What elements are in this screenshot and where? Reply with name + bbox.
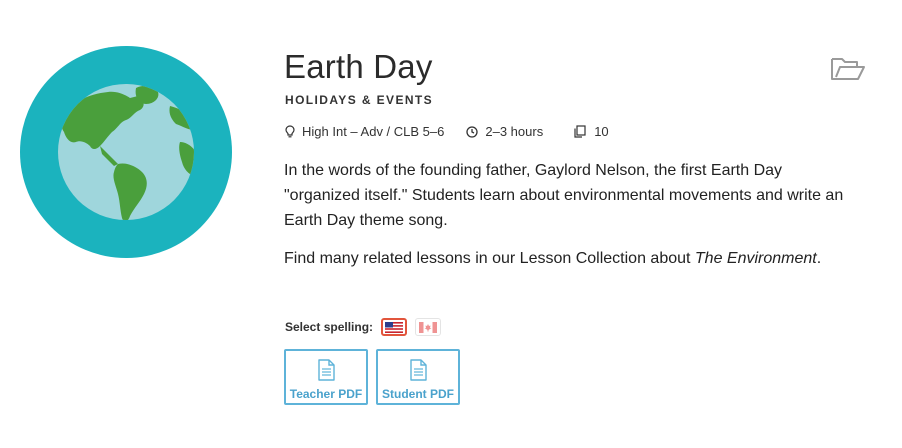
folder-open-icon (831, 58, 865, 80)
globe-icon (20, 46, 232, 258)
canada-flag-icon (419, 321, 438, 333)
spelling-selector: Select spelling: (285, 318, 442, 336)
lesson-image-globe (20, 46, 232, 258)
clock-icon (466, 125, 479, 138)
lesson-meta: High Int – Adv / CLB 5–6 2–3 hours 10 (285, 124, 609, 139)
related-lessons-text: Find many related lessons in our Lesson … (284, 246, 844, 271)
lesson-category[interactable]: HOLIDAYS & EVENTS (285, 93, 433, 107)
save-to-folder-button[interactable] (830, 55, 866, 88)
pages-meta: 10 (573, 124, 609, 139)
related-text: Find many related lessons in our Lesson … (284, 250, 695, 267)
student-pdf-button[interactable]: Student PDF (376, 349, 460, 405)
teacher-pdf-button[interactable]: Teacher PDF (284, 349, 368, 405)
document-icon (318, 359, 335, 381)
lesson-description: In the words of the founding father, Gay… (284, 162, 844, 229)
canada-spelling-button[interactable] (415, 318, 442, 336)
pages-text: 10 (594, 124, 609, 139)
pages-icon (574, 125, 586, 138)
document-icon (410, 359, 427, 381)
us-spelling-button[interactable] (381, 318, 408, 336)
related-end: . (816, 250, 822, 267)
student-pdf-label: Student PDF (382, 387, 454, 401)
lesson-title: Earth Day (284, 48, 433, 85)
level-meta: High Int – Adv / CLB 5–6 (285, 124, 444, 139)
lightbulb-icon (285, 125, 295, 138)
us-flag-icon (385, 321, 404, 333)
teacher-pdf-label: Teacher PDF (289, 387, 363, 401)
level-text: High Int – Adv / CLB 5–6 (302, 124, 445, 139)
pdf-downloads: Teacher PDF Student PDF (284, 349, 468, 405)
duration-meta: 2–3 hours (466, 124, 543, 139)
duration-text: 2–3 hours (485, 124, 544, 139)
spelling-label: Select spelling: (285, 320, 374, 334)
related-collection-link[interactable]: The Environment (695, 250, 817, 267)
